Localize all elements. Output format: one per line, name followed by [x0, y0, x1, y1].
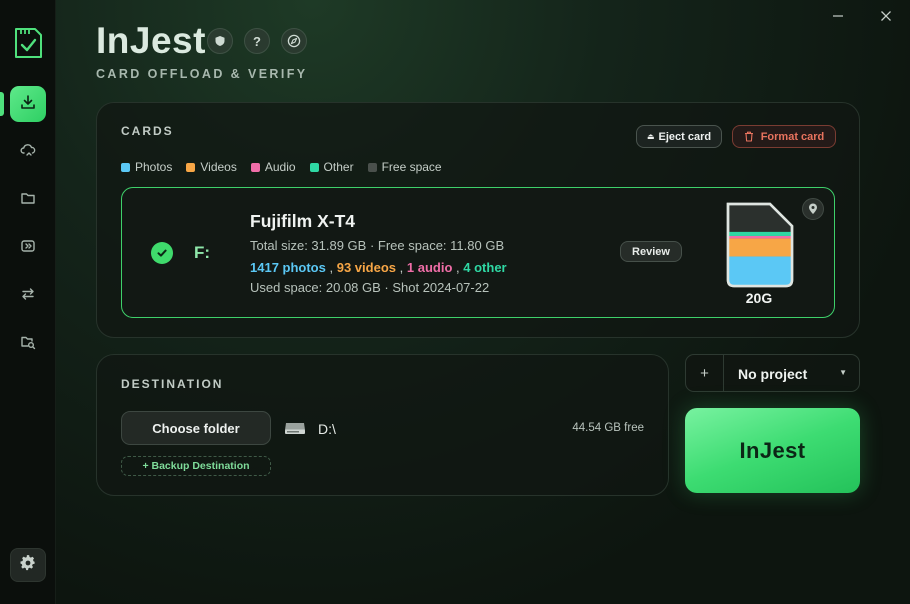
- legend-audio: Audio: [250, 160, 296, 174]
- eject-icon: ⏏: [646, 132, 655, 141]
- folder-icon: [20, 190, 36, 211]
- cards-panel: CARDS ⏏ Eject card Format card Photos Vi…: [96, 102, 860, 338]
- legend-videos: Videos: [186, 160, 237, 174]
- eject-card-button[interactable]: ⏏ Eject card: [636, 125, 722, 148]
- project-selected-label: No project: [738, 366, 808, 382]
- review-button[interactable]: Review: [620, 241, 682, 262]
- folder-search-icon: [20, 334, 36, 355]
- sidebar-item-transfer[interactable]: [10, 278, 46, 314]
- app-title: InJest: [96, 20, 206, 61]
- legend-other: Other: [309, 160, 354, 174]
- chevron-down-icon: ▼: [839, 368, 847, 377]
- active-nav-indicator: [0, 92, 4, 116]
- import-icon: [20, 94, 36, 115]
- verified-check-icon: [151, 242, 173, 264]
- compass-icon: [287, 34, 301, 48]
- locate-card-button[interactable]: [802, 198, 824, 220]
- project-dropdown[interactable]: No project ▼: [724, 355, 861, 391]
- ingest-button[interactable]: InJest: [685, 408, 860, 493]
- format-card-button[interactable]: Format card: [732, 125, 836, 148]
- card-total-size: Total size: 31.89 GB · Free space: 11.80…: [250, 238, 505, 253]
- main-area: InJest ? CARD OFFLOAD & VERIFY CARDS ⏏ E…: [56, 0, 910, 604]
- cloud-sync-icon: [20, 142, 36, 163]
- card-row[interactable]: F: Fujifilm X-T4 Total size: 31.89 GB · …: [121, 187, 835, 318]
- app-logo-icon: [13, 27, 43, 59]
- choose-folder-button[interactable]: Choose folder: [121, 411, 271, 445]
- drive-icon: [284, 421, 306, 440]
- minimize-button[interactable]: [828, 6, 848, 26]
- destination-free-space: 44.54 GB free: [572, 422, 644, 434]
- storage-legend: Photos Videos Audio Other Free space: [121, 160, 442, 174]
- sidebar: [0, 0, 56, 604]
- help-button[interactable]: ?: [244, 28, 270, 54]
- add-project-button[interactable]: +: [686, 355, 724, 391]
- settings-button[interactable]: [10, 548, 46, 582]
- minimize-icon: [833, 15, 843, 17]
- sidebar-item-media[interactable]: [10, 230, 46, 266]
- explore-button[interactable]: [281, 28, 307, 54]
- card-name: Fujifilm X-T4: [250, 211, 355, 231]
- sidebar-item-folder-search[interactable]: [10, 326, 46, 362]
- card-file-counts: 1417 photos , 93 videos , 1 audio , 4 ot…: [250, 260, 507, 275]
- destination-path: D:\: [318, 421, 336, 437]
- legend-free-space: Free space: [367, 160, 442, 174]
- shield-icon: [215, 36, 225, 46]
- trash-icon: [744, 131, 753, 142]
- media-icon: [20, 238, 36, 259]
- project-selector: + No project ▼: [685, 354, 860, 392]
- app-subtitle: CARD OFFLOAD & VERIFY: [96, 67, 308, 81]
- security-button[interactable]: [207, 28, 233, 54]
- destination-section-label: DESTINATION: [121, 377, 224, 391]
- format-card-label: Format card: [760, 130, 825, 143]
- other-count: 4 other: [463, 260, 507, 275]
- drive-letter: F:: [194, 243, 211, 262]
- card-used-space: Used space: 20.08 GB · Shot 2024-07-22: [250, 280, 490, 295]
- gear-icon: [20, 554, 36, 576]
- add-backup-destination-button[interactable]: + Backup Destination: [121, 456, 271, 476]
- location-pin-icon: [809, 203, 817, 214]
- sidebar-item-cloud-sync[interactable]: [10, 134, 46, 170]
- sidebar-item-import[interactable]: [10, 86, 46, 122]
- help-icon: ?: [253, 33, 261, 49]
- photo-count: 1417 photos: [250, 260, 326, 275]
- close-window-button[interactable]: [876, 6, 896, 26]
- card-capacity: 20G: [745, 290, 773, 306]
- sidebar-item-folders[interactable]: [10, 182, 46, 218]
- destination-panel: DESTINATION Choose folder + Backup Desti…: [96, 354, 669, 496]
- transfer-icon: [20, 286, 36, 307]
- close-icon: [881, 11, 891, 21]
- legend-photos: Photos: [121, 160, 172, 174]
- cards-section-label: CARDS: [121, 124, 174, 138]
- audio-count: 1 audio: [406, 260, 453, 275]
- video-count: 93 videos: [336, 260, 396, 275]
- eject-card-label: Eject card: [658, 130, 712, 143]
